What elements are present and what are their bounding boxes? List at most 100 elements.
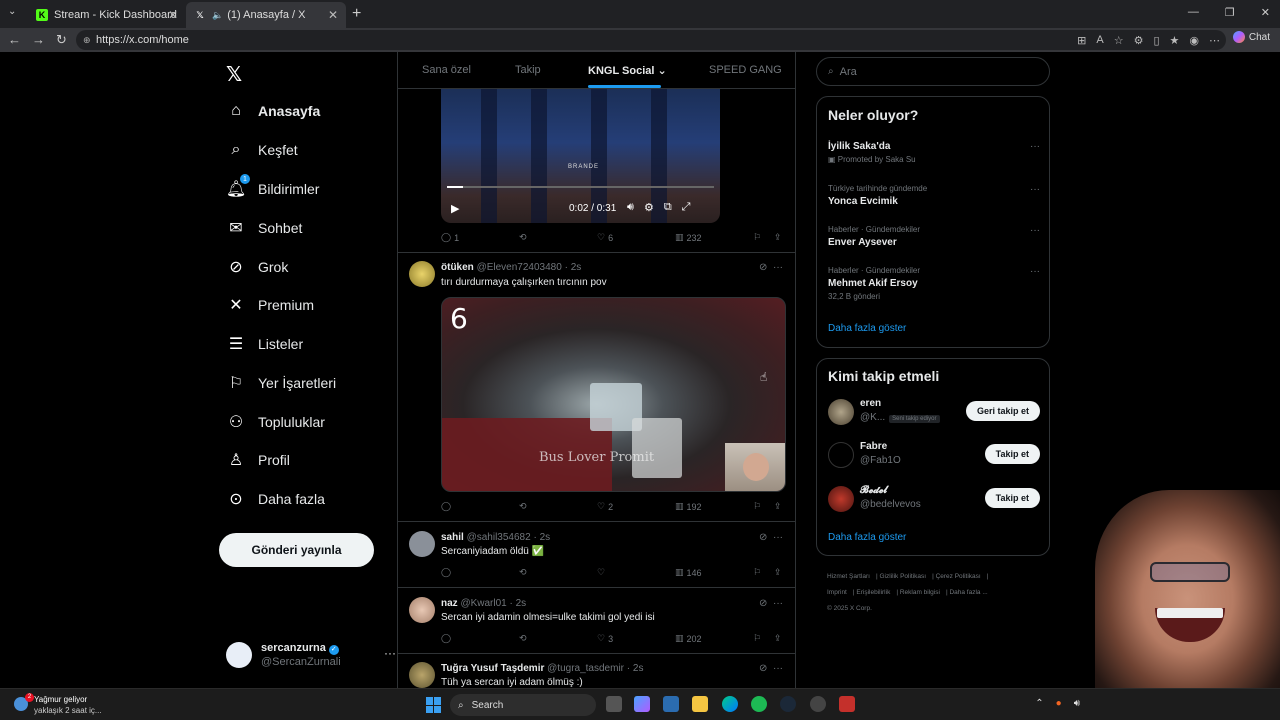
more-icon[interactable]: ··· [773,663,783,674]
tweet-author-name[interactable]: ötüken [441,262,474,273]
edge-icon[interactable] [722,696,738,712]
tweet-author-handle[interactable]: @Kwarl01 [460,598,506,609]
video-progress-bar[interactable] [447,186,714,188]
minimize-icon[interactable]: — [1188,6,1199,19]
tab-list-chevron-icon[interactable]: ⌄ [8,6,16,17]
reply-icon[interactable]: ◯ [441,633,451,644]
new-tab-button[interactable]: + [352,5,361,23]
tray-app-icon[interactable]: ● [1056,698,1062,709]
tab-following[interactable]: Takip [515,64,541,76]
reply-icon[interactable]: ◯ [441,501,451,512]
sidebar-item-home[interactable]: ⌂ Anasayfa [226,96,320,126]
sidebar-item-more[interactable]: ⊙ Daha fazla [226,484,325,514]
like-button[interactable]: ♡ 6 [597,232,613,243]
follow-suggestion[interactable]: Fabre @Fab1O Takip et [828,440,1040,472]
like-button[interactable]: ♡ 3 [597,633,613,644]
retweet-icon[interactable]: ⟲ [519,633,527,644]
bookmark-icon[interactable]: ⚐ [753,567,761,578]
views-button[interactable]: ▥ 192 [675,501,702,512]
more-icon[interactable]: ⋯ [1209,34,1220,47]
avatar[interactable] [409,261,435,287]
bookmark-icon[interactable]: ⚐ [753,232,761,243]
sidebar-item-bookmarks[interactable]: ⚐ Yer İşaretleri [226,368,336,398]
forward-icon[interactable]: → [32,32,45,47]
account-switcher[interactable]: sercanzurna ✓ @SercanZurnali ··· [226,638,396,674]
share-icon[interactable]: ⇪ [774,501,782,512]
follow-suggestion[interactable]: 𝓑𝓮𝓭𝓮𝓵 @bedelvevos Takip et [828,484,1040,516]
sidebar-item-explore[interactable]: ⌕ Keşfet [226,135,298,165]
copilot-chat-button[interactable]: Chat [1232,31,1270,43]
back-icon[interactable]: ← [8,32,21,47]
weather-widget[interactable]: 2 Yağmur geliyor yaklaşık 2 saat iç... [10,693,140,717]
heart-icon[interactable]: ♡ [597,567,605,578]
task-view-icon[interactable] [606,696,622,712]
show-more-link[interactable]: Daha fazla göster [828,532,906,543]
split-screen-icon[interactable]: ▯ [1153,34,1159,47]
tweet-author-handle[interactable]: @sahil354682 [467,532,531,543]
sidebar-item-premium[interactable]: ✕ Premium [226,290,314,320]
close-icon[interactable]: ✕ [328,8,338,22]
like-button[interactable]: ♡ 2 [597,501,613,512]
footer-link[interactable]: Imprint [827,589,847,596]
follow-suggestion[interactable]: eren @K... Seni takip ediyor Geri takip e… [828,397,1040,429]
retweet-icon[interactable]: ⟲ [519,232,527,243]
trend-item[interactable]: Haberler · Gündemdekiler Mehmet Akif Ers… [828,266,1040,301]
grok-icon[interactable]: ⊘ [759,598,767,609]
favorite-icon[interactable]: ☆ [1114,34,1124,47]
tab-speed-gang[interactable]: SPEED GANG [709,64,782,76]
share-icon[interactable]: ⇪ [774,567,782,578]
footer-link[interactable]: Daha fazla ... [949,589,987,596]
taskbar-search[interactable]: ⌕ Search [450,694,596,716]
apps-icon[interactable]: ⊞ [1077,34,1086,47]
footer-link[interactable]: Erişilebilirlik [856,589,890,596]
sidebar-item-communities[interactable]: ⚇ Topluluklar [226,407,325,437]
play-icon[interactable]: ▶ [451,202,459,215]
file-explorer-icon[interactable] [692,696,708,712]
post-button[interactable]: Gönderi yayınla [219,533,374,567]
avatar[interactable] [409,662,435,688]
trend-item[interactable]: Türkiye tarihinde gündemde Yonca Evcimik… [828,184,1040,207]
reply-button[interactable]: ◯ 1 [441,232,459,243]
grok-icon[interactable]: ⊘ [759,663,767,674]
address-bar[interactable]: ⊕ https://x.com/home [76,30,1226,50]
tweet-author-name[interactable]: Tuğra Yusuf Taşdemir [441,663,544,674]
app-icon[interactable] [839,696,855,712]
volume-icon[interactable]: 🔊︎ [627,201,634,214]
more-icon[interactable]: ··· [384,646,396,660]
views-button[interactable]: ▥ 232 [675,232,702,243]
bookmark-icon[interactable]: ⚐ [753,501,761,512]
search-input[interactable]: ⌕ Ara [816,57,1050,86]
more-icon[interactable]: ··· [773,598,783,609]
more-icon[interactable]: ··· [1030,141,1040,152]
more-icon[interactable]: ··· [1030,225,1040,236]
share-icon[interactable]: ⇪ [774,232,782,243]
footer-link[interactable]: Reklam bilgisi [900,589,940,596]
views-button[interactable]: ▥ 146 [675,567,702,578]
site-info-icon[interactable]: ⊕ [83,35,91,46]
restore-icon[interactable]: ❐ [1225,6,1235,19]
bookmark-icon[interactable]: ⚐ [753,633,761,644]
tab-kngl-social[interactable]: KNGL Social ⌄ [588,64,667,77]
tweet-author-name[interactable]: naz [441,598,458,609]
tweet-author-name[interactable]: sahil [441,532,464,543]
more-icon[interactable]: ··· [773,262,783,273]
sidebar-item-chat[interactable]: ✉ Sohbet [226,213,302,243]
avatar[interactable] [409,597,435,623]
app-icon[interactable] [810,696,826,712]
sidebar-item-notifications[interactable]: 🔔︎ 1 Bildirimler [226,174,319,204]
trend-item[interactable]: İyilik Saka'da ▣ Promoted by Saka Su ··· [828,141,1040,164]
sidebar-item-grok[interactable]: ⊘ Grok [226,252,288,282]
settings-icon[interactable]: ⚙ [644,201,654,214]
avatar-icon[interactable]: ◉ [1189,34,1199,47]
views-button[interactable]: ▥ 202 [675,633,702,644]
follow-back-button[interactable]: Geri takip et [965,401,1040,421]
reply-icon[interactable]: ◯ [441,567,451,578]
tab-kick-dashboard[interactable]: K Stream - Kick Dashboard ✕ [28,2,186,28]
extensions-icon[interactable]: ⚙ [1134,34,1144,47]
tweet-author-handle[interactable]: @tugra_tasdemir [547,663,624,674]
read-aloud-icon[interactable]: A [1096,34,1103,46]
trend-item[interactable]: Haberler · Gündemdekiler Enver Aysever ·… [828,225,1040,248]
spotify-icon[interactable] [751,696,767,712]
video-player[interactable]: BRANDE ▶ 0:02 / 0:31 🔊︎ ⚙ ⧉ ⤢ [441,89,720,223]
more-icon[interactable]: ··· [773,532,783,543]
